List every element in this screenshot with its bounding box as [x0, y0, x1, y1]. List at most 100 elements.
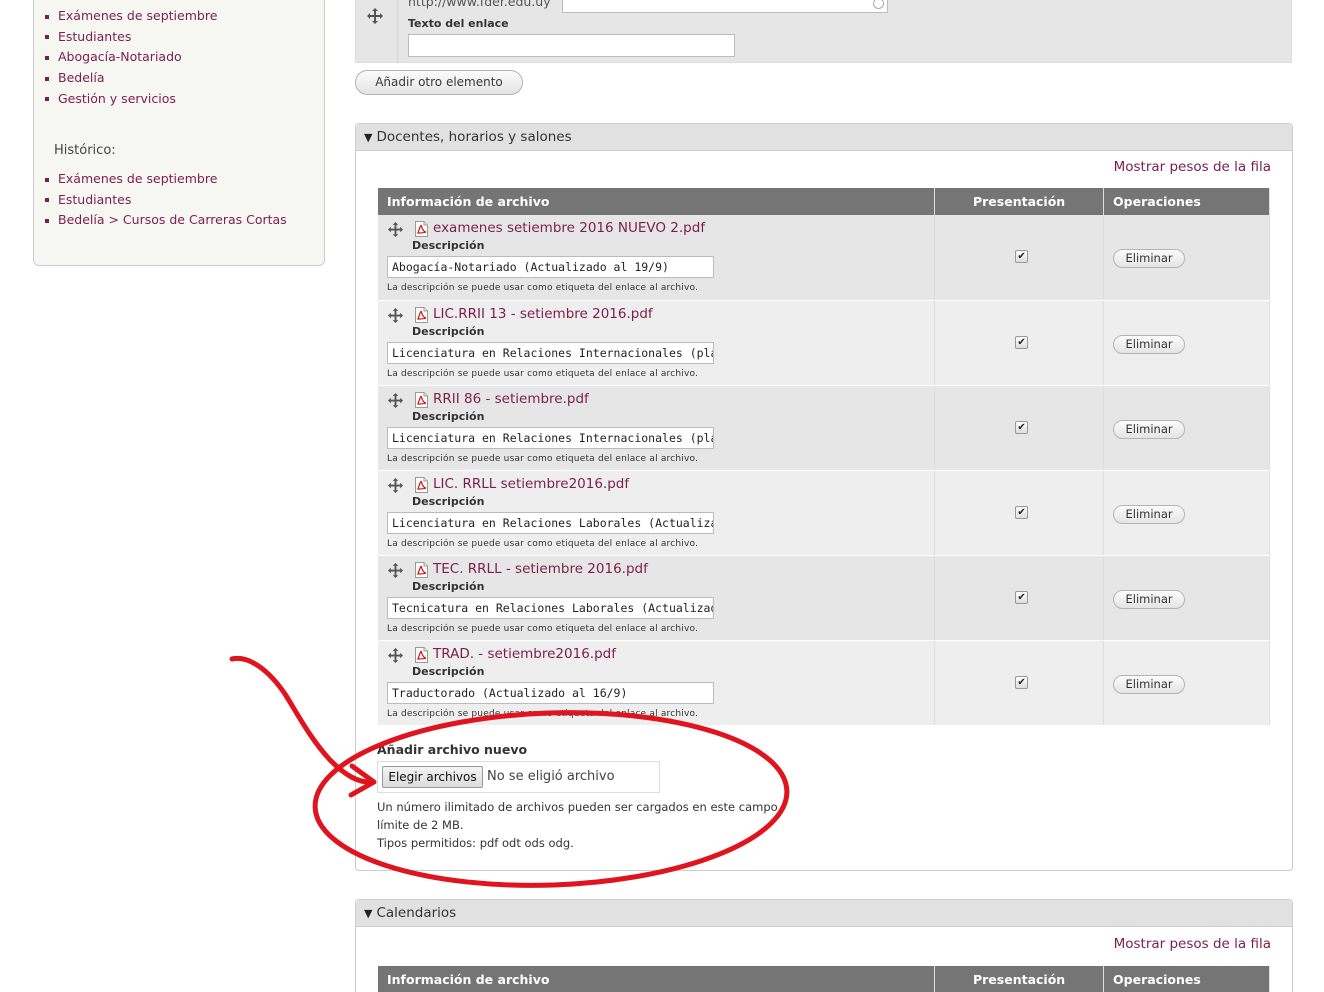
- fieldset-legend-docentes[interactable]: ▼ Docentes, horarios y salones: [356, 124, 1292, 151]
- triangle-down-icon: ▼: [364, 131, 373, 144]
- column-header-presentation: Presentación: [934, 188, 1105, 215]
- pdf-file-icon: [415, 391, 428, 412]
- no-file-chosen-text: No se eligió archivo: [487, 769, 615, 784]
- description-label: Descripción: [412, 324, 485, 338]
- presentation-cell: ✔: [934, 470, 1105, 556]
- sidebar-link[interactable]: Exámenes de septiembre: [58, 8, 217, 23]
- description-input[interactable]: Licenciatura en Relaciones Laborales (Ac…: [387, 511, 714, 534]
- files-table: Información de archivo Presentación Oper…: [378, 966, 1270, 992]
- description-label: Descripción: [412, 494, 485, 508]
- table-row: TEC. RRLL - setiembre 2016.pdf Descripció…: [378, 555, 1270, 641]
- operations-cell: Eliminar: [1103, 640, 1270, 726]
- triangle-down-icon: ▼: [364, 907, 373, 920]
- presentation-checkbox[interactable]: ✔: [1015, 590, 1029, 604]
- description-help: La descripción se puede usar como etique…: [387, 368, 699, 379]
- sidebar-link[interactable]: Estudiantes: [58, 29, 131, 44]
- sidebar-link[interactable]: Bedelía: [58, 70, 105, 85]
- choose-files-button[interactable]: Elegir archivos: [382, 766, 483, 788]
- url-input[interactable]: [562, 0, 888, 13]
- file-info-cell: examenes setiembre 2016 NUEVO 2.pdf Descr…: [378, 215, 936, 301]
- file-info-cell: LIC. RRLL setiembre2016.pdf Descripción Li…: [378, 470, 936, 556]
- show-row-weights-link[interactable]: Mostrar pesos de la fila: [1114, 159, 1271, 175]
- column-header-presentation: Presentación: [934, 966, 1105, 992]
- description-help: La descripción se puede usar como etique…: [387, 538, 699, 549]
- delete-button[interactable]: Eliminar: [1113, 334, 1186, 354]
- drag-handle-icon[interactable]: [388, 647, 403, 667]
- presentation-cell: ✔: [934, 555, 1105, 641]
- sidebar-link[interactable]: Exámenes de septiembre: [58, 171, 217, 186]
- file-link[interactable]: LIC. RRLL setiembre2016.pdf: [433, 476, 629, 492]
- file-input[interactable]: Elegir archivos No se eligió archivo: [377, 761, 660, 793]
- file-link[interactable]: TRAD. - setiembre2016.pdf: [433, 646, 616, 662]
- bullet-icon: [45, 76, 49, 81]
- fieldset-legend-text: Docentes, horarios y salones: [376, 129, 572, 145]
- sidebar-item: Bedelía: [45, 68, 217, 89]
- delete-button[interactable]: Eliminar: [1113, 419, 1186, 439]
- sidebar-item: Exámenes de septiembre: [45, 169, 287, 190]
- description-input[interactable]: Tecnicatura en Relaciones Laborales (Act…: [387, 596, 714, 619]
- delete-button[interactable]: Eliminar: [1113, 674, 1186, 694]
- upload-help-line: Un número ilimitado de archivos pueden s…: [377, 800, 782, 814]
- drag-handle-icon[interactable]: [388, 307, 403, 327]
- sidebar-link[interactable]: Estudiantes: [58, 192, 131, 207]
- fieldset-docentes: ▼ Docentes, horarios y salones Mostrar pe…: [355, 123, 1293, 871]
- drag-handle-icon[interactable]: [367, 8, 383, 24]
- add-another-item-button[interactable]: Añadir otro elemento: [355, 70, 523, 95]
- drag-handle-icon[interactable]: [388, 392, 403, 412]
- annotation-arrow: [229, 655, 375, 785]
- delete-button[interactable]: Eliminar: [1113, 589, 1186, 609]
- file-link[interactable]: RRII 86 - setiembre.pdf: [433, 391, 589, 407]
- operations-cell: Eliminar: [1103, 555, 1270, 641]
- file-link[interactable]: TEC. RRLL - setiembre 2016.pdf: [433, 561, 648, 577]
- bullet-icon: [45, 97, 49, 102]
- delete-button[interactable]: Eliminar: [1113, 504, 1186, 524]
- sidebar-link[interactable]: Bedelía > Cursos de Carreras Cortas: [58, 212, 287, 227]
- description-help: La descripción se puede usar como etique…: [387, 453, 699, 464]
- sidebar-link[interactable]: Gestión y servicios: [58, 91, 176, 106]
- fieldset-legend-calendarios[interactable]: ▼ Calendarios: [356, 900, 1292, 927]
- file-link[interactable]: examenes setiembre 2016 NUEVO 2.pdf: [433, 220, 705, 236]
- bullet-icon: [45, 55, 49, 60]
- bullet-icon: [45, 198, 49, 203]
- description-input[interactable]: Traductorado (Actualizado al 16/9): [387, 681, 714, 704]
- upload-help-text: Un número ilimitado de archivos pueden s…: [377, 798, 781, 852]
- link-text-input[interactable]: [408, 34, 735, 57]
- presentation-cell: ✔: [934, 385, 1105, 471]
- description-label: Descripción: [412, 239, 485, 252]
- presentation-checkbox[interactable]: ✔: [1015, 675, 1029, 689]
- drag-handle-icon[interactable]: [388, 222, 403, 241]
- url-value: http://www.fder.edu.uy: [408, 0, 551, 9]
- presentation-checkbox[interactable]: ✔: [1015, 505, 1029, 519]
- bullet-icon: [45, 35, 49, 40]
- column-header-info: Información de archivo: [378, 966, 936, 992]
- fieldset-calendarios: ▼ Calendarios Mostrar pesos de la fila In…: [355, 899, 1293, 992]
- description-label: Descripción: [412, 409, 485, 423]
- description-help: La descripción se puede usar como etique…: [387, 708, 699, 719]
- description-label: Descripción: [412, 579, 485, 593]
- sidebar-item: Bedelía > Cursos de Carreras Cortas: [45, 210, 287, 231]
- upload-help-line: Tipos permitidos: pdf odt ods odg.: [377, 836, 574, 850]
- pdf-file-icon: [415, 646, 428, 667]
- sidebar-item: Gestión y servicios: [45, 89, 217, 110]
- presentation-cell: ✔: [934, 300, 1105, 386]
- presentation-checkbox[interactable]: ✔: [1015, 250, 1029, 263]
- description-input[interactable]: Licenciatura en Relaciones Internacional…: [387, 426, 714, 449]
- show-row-weights-link[interactable]: Mostrar pesos de la fila: [1114, 936, 1271, 952]
- sidebar-item: Estudiantes: [45, 27, 217, 48]
- file-info-cell: TEC. RRLL - setiembre 2016.pdf Descripció…: [378, 555, 936, 641]
- description-input[interactable]: Licenciatura en Relaciones Internacional…: [387, 341, 714, 364]
- presentation-cell: ✔: [934, 640, 1105, 726]
- delete-button[interactable]: Eliminar: [1113, 249, 1186, 268]
- sidebar-link[interactable]: Abogacía-Notariado: [58, 49, 182, 64]
- bullet-icon: [45, 218, 49, 223]
- drag-handle-icon[interactable]: [388, 562, 403, 582]
- presentation-checkbox[interactable]: ✔: [1015, 335, 1029, 349]
- presentation-checkbox[interactable]: ✔: [1015, 420, 1029, 434]
- autocomplete-throbber-icon: [873, 0, 884, 9]
- drag-handle-icon[interactable]: [388, 477, 403, 497]
- pdf-file-icon: [415, 476, 428, 497]
- description-input[interactable]: Abogacía-Notariado (Actualizado al 19/9): [387, 256, 714, 278]
- sidebar-historico-menu: Exámenes de septiembre Estudiantes Bedelía…: [45, 169, 287, 231]
- file-link[interactable]: LIC.RRII 13 - setiembre 2016.pdf: [433, 306, 653, 322]
- upload-help-line: límite de 2 MB.: [377, 818, 464, 832]
